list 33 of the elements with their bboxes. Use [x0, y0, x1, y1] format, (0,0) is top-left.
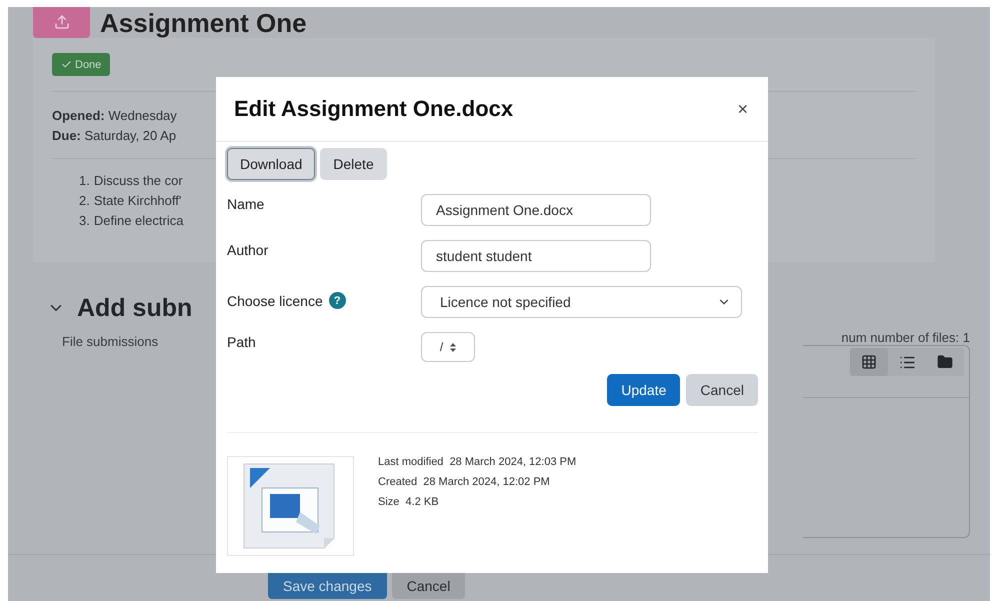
section-title: Add subn — [77, 294, 192, 322]
close-button[interactable]: × — [737, 98, 748, 120]
path-select[interactable]: / — [421, 332, 475, 362]
action-button[interactable]: Download — [227, 148, 316, 180]
dialog-title: Edit Assignment One.docx — [234, 96, 514, 122]
date-line: Due: Saturday, 20 Ap — [52, 127, 176, 145]
page-title: Assignment One — [100, 10, 307, 36]
action-button[interactable]: Delete — [320, 148, 387, 180]
field-label: Author — [227, 242, 268, 258]
file-info-text: Size 4.2 KB — [378, 496, 440, 508]
grid-icon — [861, 354, 877, 370]
updown-arrows-icon — [450, 342, 456, 352]
task-item: 1. Discuss the cor — [79, 172, 183, 190]
task-item: 2. State Kirchhoff' — [79, 192, 182, 210]
help-icon[interactable]: ? — [328, 292, 346, 309]
task-item: 3. Define electrica — [79, 212, 184, 230]
folder-icon — [937, 354, 953, 370]
date-line: Opened: Wednesday — [52, 107, 177, 125]
assignment-icon — [33, 7, 90, 38]
text-field[interactable]: Assignment One.docx — [421, 194, 651, 226]
max-files-text: num number of files: 1 — [840, 330, 970, 345]
file-info-text: Created 28 March 2024, 12:02 PM — [378, 476, 551, 488]
licence-select[interactable]: Licence not specified — [421, 286, 742, 318]
check-icon — [61, 59, 72, 70]
cancel-button[interactable]: Cancel — [686, 374, 758, 406]
update-button[interactable]: Update — [607, 374, 680, 406]
field-label: Name — [227, 196, 264, 212]
text-field[interactable]: student student — [421, 240, 651, 272]
field-label: File submissions — [62, 333, 158, 350]
field-label: Choose licence — [227, 292, 323, 308]
field-label: Path — [227, 334, 256, 350]
file-info-text: Last modified 28 March 2024, 12:03 PM — [378, 456, 576, 468]
view-button[interactable] — [850, 348, 888, 376]
